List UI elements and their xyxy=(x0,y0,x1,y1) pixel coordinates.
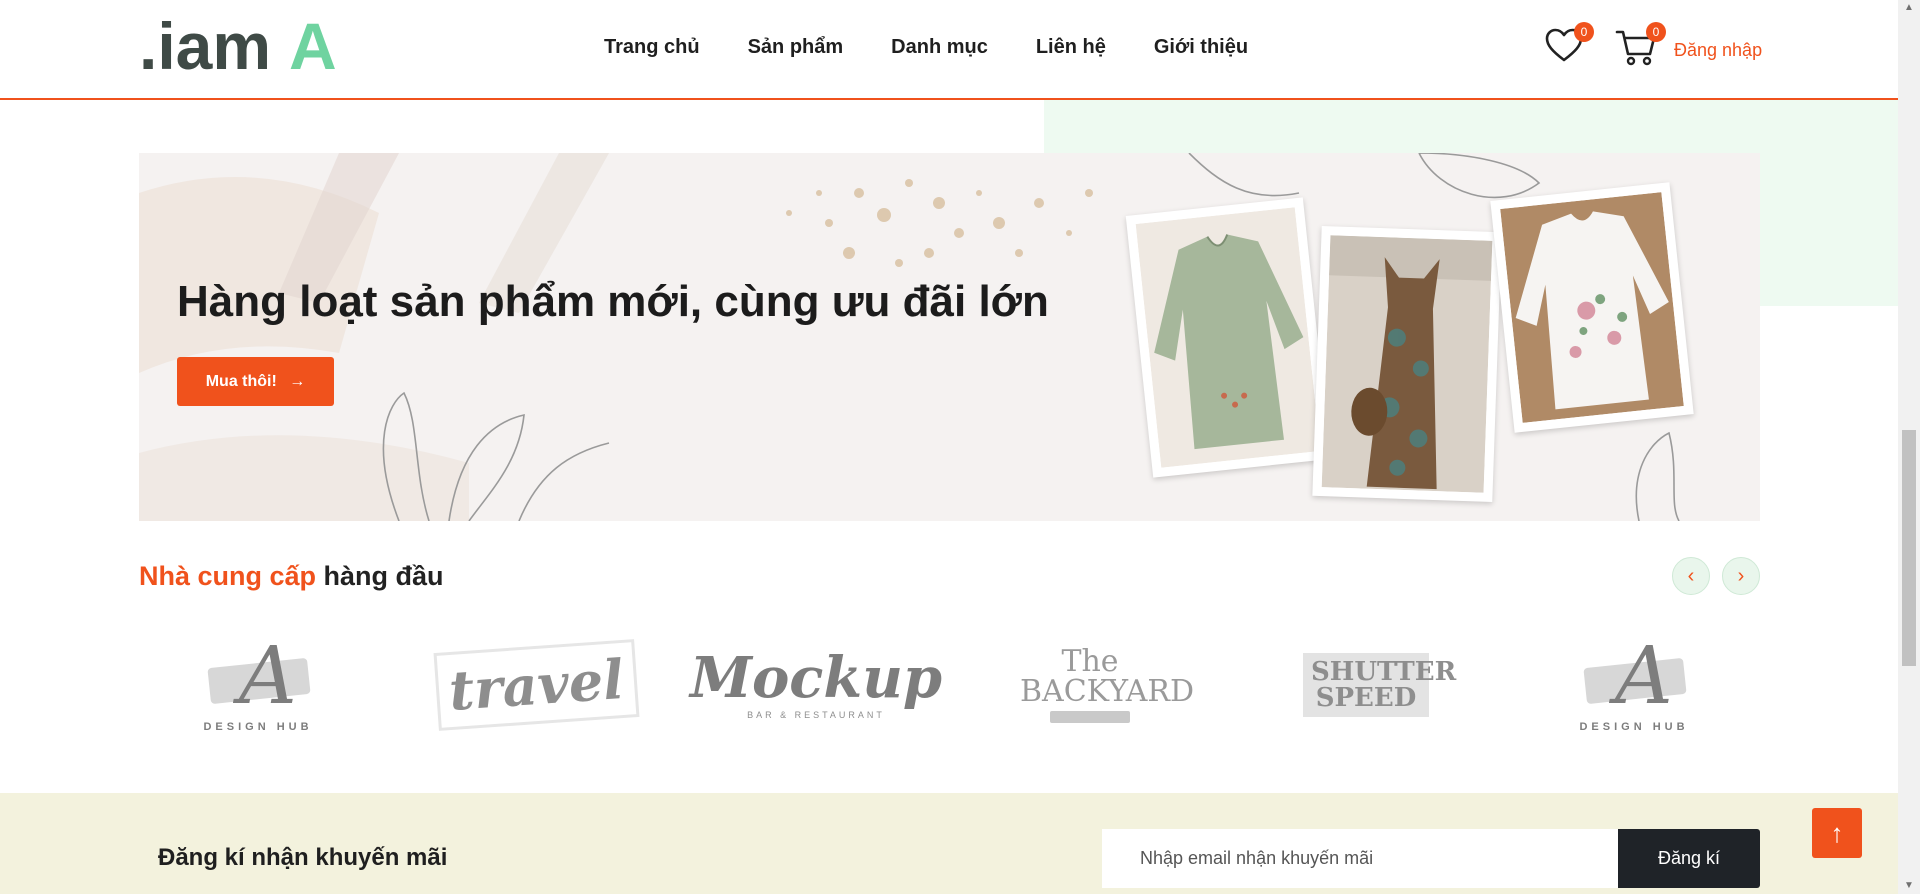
logo-text-green: A xyxy=(289,12,337,76)
nav-contact[interactable]: Liên hệ xyxy=(1036,36,1106,59)
nav-products[interactable]: Sản phẩm xyxy=(748,36,844,59)
brand-main-text: A xyxy=(239,629,297,722)
shop-now-label: Mua thôi! xyxy=(205,372,277,390)
supplier-logo-design-hub-2[interactable]: A DESIGN HUB xyxy=(1534,625,1734,745)
shutter-box: SHUTTER SPEED xyxy=(1303,653,1456,717)
brand-main-text: A xyxy=(1615,629,1673,722)
page-scrollbar[interactable]: ▲ ▼ xyxy=(1898,0,1920,894)
arrow-right-icon: → xyxy=(289,372,306,390)
promo-banner: Hàng loạt sản phẩm mới, cùng ưu đãi lớn … xyxy=(139,153,1760,521)
suppliers-title-accent: Nhà cung cấp xyxy=(139,561,317,591)
scroll-down-arrow-icon[interactable]: ▼ xyxy=(1898,878,1920,894)
wishlist-button[interactable]: 0 xyxy=(1542,22,1594,68)
nav-home[interactable]: Trang chủ xyxy=(604,36,700,59)
product-photo-white-floral-shirt xyxy=(1490,182,1694,433)
white-floral-shirt-image xyxy=(1500,192,1684,423)
suppliers-next-button[interactable]: › xyxy=(1722,557,1760,595)
product-photo-green-blouse xyxy=(1125,197,1331,478)
main-nav: Trang chủ Sản phẩm Danh mục Liên hệ Giới… xyxy=(604,36,1296,59)
cart-count-badge: 0 xyxy=(1646,22,1666,42)
shop-now-button[interactable]: Mua thôi! → xyxy=(177,357,334,406)
suppliers-title: Nhà cung cấp hàng đầu xyxy=(139,561,444,592)
supplier-logo-design-hub[interactable]: A DESIGN HUB xyxy=(158,625,358,745)
wishlist-count-badge: 0 xyxy=(1574,22,1594,42)
brand-sub-text: DESIGN HUB xyxy=(203,721,313,733)
chevron-right-icon: › xyxy=(1737,564,1745,587)
scrollbar-thumb[interactable] xyxy=(1902,430,1916,666)
brand-main-text: SHUTTER SPEED xyxy=(1311,657,1457,713)
suppliers-title-rest: hàng đầu xyxy=(323,561,444,591)
site-header: .iam A Trang chủ Sản phẩm Danh mục Liên … xyxy=(0,0,1898,100)
site-logo[interactable]: .iam A xyxy=(139,12,349,76)
green-blouse-image xyxy=(1135,207,1321,468)
floral-jumpsuit-image xyxy=(1321,235,1493,493)
login-link[interactable]: Đăng nhập xyxy=(1674,40,1762,61)
newsletter-section: Đăng kí nhận khuyến mãi Đăng kí xyxy=(0,793,1898,894)
brand-main-text: travel xyxy=(446,646,626,724)
cart-button[interactable]: 0 xyxy=(1614,22,1666,68)
nav-about[interactable]: Giới thiệu xyxy=(1154,36,1248,59)
brand-main-text: The BACKYARD xyxy=(1020,644,1195,709)
suppliers-prev-button[interactable]: ‹ xyxy=(1672,557,1710,595)
product-photo-floral-jumpsuit xyxy=(1312,225,1502,503)
design-hub-mark: A xyxy=(1579,629,1689,722)
newsletter-email-input[interactable] xyxy=(1102,829,1618,888)
brand-sub-text: BAR & RESTAURANT xyxy=(747,710,885,720)
supplier-logo-backyard[interactable]: The BACKYARD xyxy=(990,625,1195,745)
newsletter-label: Đăng kí nhận khuyến mãi xyxy=(158,844,448,871)
brand-main-text: Mockup xyxy=(689,645,943,711)
backyard-underline xyxy=(1050,711,1130,723)
brand-sub-text: DESIGN HUB xyxy=(1579,721,1689,733)
chevron-left-icon: ‹ xyxy=(1687,564,1695,587)
supplier-logo-shutter-speed[interactable]: SHUTTER SPEED xyxy=(1266,625,1466,745)
banner-title: Hàng loạt sản phẩm mới, cùng ưu đãi lớn xyxy=(177,277,1049,326)
logo-text-dark: .iam xyxy=(139,12,271,76)
supplier-logo-travel[interactable]: travel xyxy=(433,625,639,745)
nav-categories[interactable]: Danh mục xyxy=(891,36,988,59)
design-hub-mark: A xyxy=(203,629,313,722)
scroll-up-arrow-icon[interactable]: ▲ xyxy=(1898,0,1920,16)
travel-frame: travel xyxy=(433,639,639,731)
back-to-top-button[interactable]: ↑ xyxy=(1812,808,1862,858)
arrow-up-icon: ↑ xyxy=(1830,817,1844,848)
newsletter-subscribe-button[interactable]: Đăng kí xyxy=(1618,829,1760,888)
supplier-logo-mockup[interactable]: Mockup BAR & RESTAURANT xyxy=(690,625,942,745)
